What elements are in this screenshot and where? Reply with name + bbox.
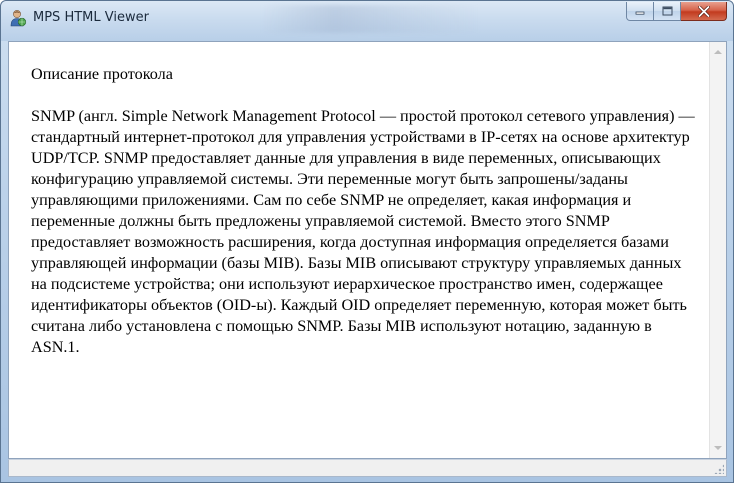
scroll-up-arrow-icon[interactable] <box>714 50 722 54</box>
window-controls <box>626 2 727 22</box>
user-with-globe-icon <box>10 10 27 27</box>
description-paragraph: SNMP (англ. Simple Network Management Pr… <box>31 107 695 356</box>
page-heading: Описание протокола <box>31 65 173 83</box>
window-title: MPS HTML Viewer <box>33 10 149 25</box>
minimize-icon <box>635 11 645 15</box>
html-view[interactable]: Описание протокола SNMP (англ. Simple Ne… <box>8 41 727 459</box>
maximize-icon <box>662 6 672 16</box>
status-bar <box>8 459 727 477</box>
title-bar[interactable]: MPS HTML Viewer <box>1 1 733 41</box>
minimize-button[interactable] <box>626 2 654 21</box>
close-icon <box>697 5 710 17</box>
app-window: MPS HTML Viewer Описание протокола SNMP … <box>0 0 734 483</box>
title-bar-reflection <box>261 5 481 33</box>
vertical-scrollbar[interactable] <box>709 42 726 458</box>
resize-grip-icon[interactable] <box>714 464 724 474</box>
scroll-down-arrow-icon[interactable] <box>714 446 722 450</box>
document-body[interactable]: Описание протокола SNMP (англ. Simple Ne… <box>9 42 710 458</box>
close-button[interactable] <box>681 2 727 21</box>
maximize-button[interactable] <box>654 2 681 21</box>
